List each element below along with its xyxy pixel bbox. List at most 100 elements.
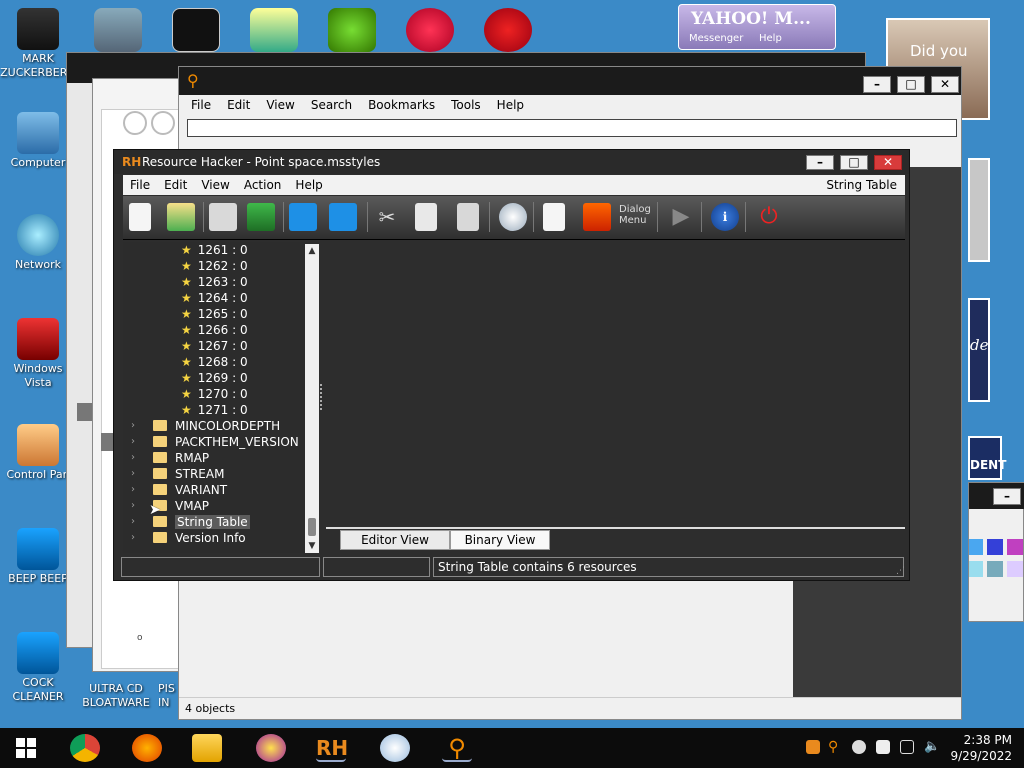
- desktop-icon-windows-vista[interactable]: Windows Vista: [0, 318, 76, 390]
- open-folder-icon[interactable]: [167, 203, 195, 231]
- scroll-thumb[interactable]: [308, 518, 316, 536]
- dev-cpp-icon[interactable]: [484, 8, 532, 52]
- desktop-icon-network[interactable]: Network: [0, 214, 76, 272]
- tree-item[interactable]: ★ 1269 : 0: [181, 370, 248, 386]
- angry-birds-icon[interactable]: [328, 8, 376, 52]
- notepad-icon[interactable]: [94, 8, 142, 52]
- import-icon[interactable]: [289, 203, 317, 231]
- copy-icon[interactable]: [415, 203, 437, 231]
- resource-hacker-window[interactable]: RH Resource Hacker - Point space.msstyle…: [113, 149, 910, 581]
- yahoo-messenger-icon[interactable]: [256, 734, 286, 762]
- tree-scrollbar[interactable]: ▲ ▼: [305, 244, 319, 553]
- search-app-icon[interactable]: ⚲: [442, 734, 472, 762]
- close-button[interactable]: ✕: [931, 76, 959, 93]
- tray-network-icon[interactable]: [900, 740, 914, 754]
- menu-action[interactable]: Action: [237, 178, 289, 192]
- tree-folder-rmap[interactable]: RMAP: [153, 450, 209, 466]
- save-icon[interactable]: [209, 203, 237, 231]
- find-icon[interactable]: [499, 203, 527, 231]
- tree-folder-packthem-version[interactable]: PACKTHEM_VERSION: [153, 434, 299, 450]
- minimize-button[interactable]: –: [806, 155, 834, 170]
- minimize-button[interactable]: –: [863, 76, 891, 93]
- tree-folder-variant[interactable]: VARIANT: [153, 482, 227, 498]
- folder-app-icon[interactable]: [250, 8, 298, 52]
- export-icon[interactable]: [329, 203, 357, 231]
- tree-item[interactable]: ★ 1270 : 0: [181, 386, 248, 402]
- desktop-icon-ultra-cd[interactable]: ULTRA CD BLOATWARE: [78, 682, 154, 710]
- tab-editor-view[interactable]: Editor View: [340, 530, 450, 550]
- power-icon[interactable]: ⏻: [755, 203, 783, 231]
- add-resource-icon[interactable]: [543, 203, 565, 231]
- splitter-handle[interactable]: [320, 384, 322, 410]
- expand-chevron-icon[interactable]: ›: [131, 420, 135, 431]
- tree-item[interactable]: ★ 1271 : 0: [181, 402, 248, 418]
- tree-item[interactable]: ★ 1264 : 0: [181, 290, 248, 306]
- p-app-icon[interactable]: [406, 8, 454, 52]
- menu-view[interactable]: View: [258, 98, 302, 112]
- search-input[interactable]: [187, 119, 957, 137]
- windows-start-icon[interactable]: [16, 738, 36, 758]
- maximize-button[interactable]: □: [897, 76, 925, 93]
- menu-edit[interactable]: Edit: [157, 178, 194, 192]
- tree-item[interactable]: ★ 1267 : 0: [181, 338, 248, 354]
- tree-item[interactable]: ★ 1262 : 0: [181, 258, 248, 274]
- menu-tools[interactable]: Tools: [443, 98, 489, 112]
- menu-file[interactable]: File: [123, 178, 157, 192]
- yahoo-widget[interactable]: YAHOO! M... Messenger Help: [678, 4, 836, 50]
- file-explorer-icon[interactable]: [192, 734, 222, 762]
- tree-folder-string-table[interactable]: String Table: [153, 514, 250, 530]
- desktop-icon-pis[interactable]: PIS IN: [158, 682, 178, 710]
- info-icon[interactable]: i: [711, 203, 739, 231]
- tray-volume-icon[interactable]: 🔈: [924, 740, 940, 754]
- cmd-icon[interactable]: [172, 8, 220, 52]
- paste-icon[interactable]: [457, 203, 479, 231]
- minimize-button[interactable]: –: [993, 488, 1021, 505]
- tree-item[interactable]: ★ 1266 : 0: [181, 322, 248, 338]
- expand-chevron-icon[interactable]: ›: [131, 484, 135, 495]
- menu-view[interactable]: View: [194, 178, 236, 192]
- tree-folder-mincolordepth[interactable]: MINCOLORDEPTH: [153, 418, 280, 434]
- tree-folder-stream[interactable]: STREAM: [153, 466, 224, 482]
- tree-folder-vmap[interactable]: VMAP: [153, 498, 209, 514]
- clock[interactable]: 2:38 PM 9/29/2022: [946, 732, 1012, 764]
- tray-search-icon[interactable]: ⚲: [828, 740, 842, 754]
- tree-item[interactable]: ★ 1261 : 0: [181, 242, 248, 258]
- tree-folder-version-info[interactable]: Version Info: [153, 530, 246, 546]
- menu-help[interactable]: Help: [489, 98, 532, 112]
- expand-chevron-icon[interactable]: ›: [131, 436, 135, 447]
- desktop-icon-control-panel[interactable]: Control Pan: [0, 424, 76, 482]
- desktop-icon-mark-zuckerberg[interactable]: MARK ZUCKERBERG: [0, 8, 76, 80]
- tree-item[interactable]: ★ 1268 : 0: [181, 354, 248, 370]
- expand-chevron-icon[interactable]: ›: [131, 532, 135, 543]
- menu-help[interactable]: Help: [288, 178, 329, 192]
- menu-bookmarks[interactable]: Bookmarks: [360, 98, 443, 112]
- menu-file[interactable]: File: [183, 98, 219, 112]
- dialog-menu-button[interactable]: Dialog Menu: [619, 204, 653, 226]
- scroll-up-icon[interactable]: ▲: [305, 244, 319, 258]
- tray-app-icon[interactable]: [806, 740, 820, 754]
- scroll-down-icon[interactable]: ▼: [305, 539, 319, 553]
- resource-hacker-icon[interactable]: RH: [316, 734, 348, 762]
- expand-chevron-icon[interactable]: ›: [131, 500, 135, 511]
- expand-chevron-icon[interactable]: ›: [131, 468, 135, 479]
- firefox-icon[interactable]: [132, 734, 162, 762]
- tray-pdf-icon[interactable]: [876, 740, 890, 754]
- save-as-icon[interactable]: [247, 203, 275, 231]
- resize-grip-icon[interactable]: ⋰: [896, 566, 905, 576]
- resource-tree[interactable]: ★ 1261 : 0 ★ 1262 : 0 ★ 1263 : 0 ★ 1264 : 0 …: [123, 242, 319, 553]
- cut-icon[interactable]: ✂: [373, 203, 401, 231]
- editor-pane[interactable]: [326, 242, 905, 529]
- tray-chat-icon[interactable]: [852, 740, 866, 754]
- tab-binary-view[interactable]: Binary View: [450, 530, 550, 550]
- paint-icon[interactable]: [380, 734, 410, 762]
- maximize-button[interactable]: □: [840, 155, 868, 170]
- menu-search[interactable]: Search: [303, 98, 360, 112]
- new-file-icon[interactable]: [129, 203, 151, 231]
- menu-edit[interactable]: Edit: [219, 98, 258, 112]
- close-button[interactable]: ✕: [874, 155, 902, 170]
- desktop-icon-cock-cleaner[interactable]: COCK CLEANER: [0, 632, 76, 704]
- chrome-icon[interactable]: [70, 734, 100, 762]
- tree-item[interactable]: ★ 1263 : 0: [181, 274, 248, 290]
- desktop-icon-computer[interactable]: Computer: [0, 112, 76, 170]
- expand-chevron-icon[interactable]: ›: [131, 516, 135, 527]
